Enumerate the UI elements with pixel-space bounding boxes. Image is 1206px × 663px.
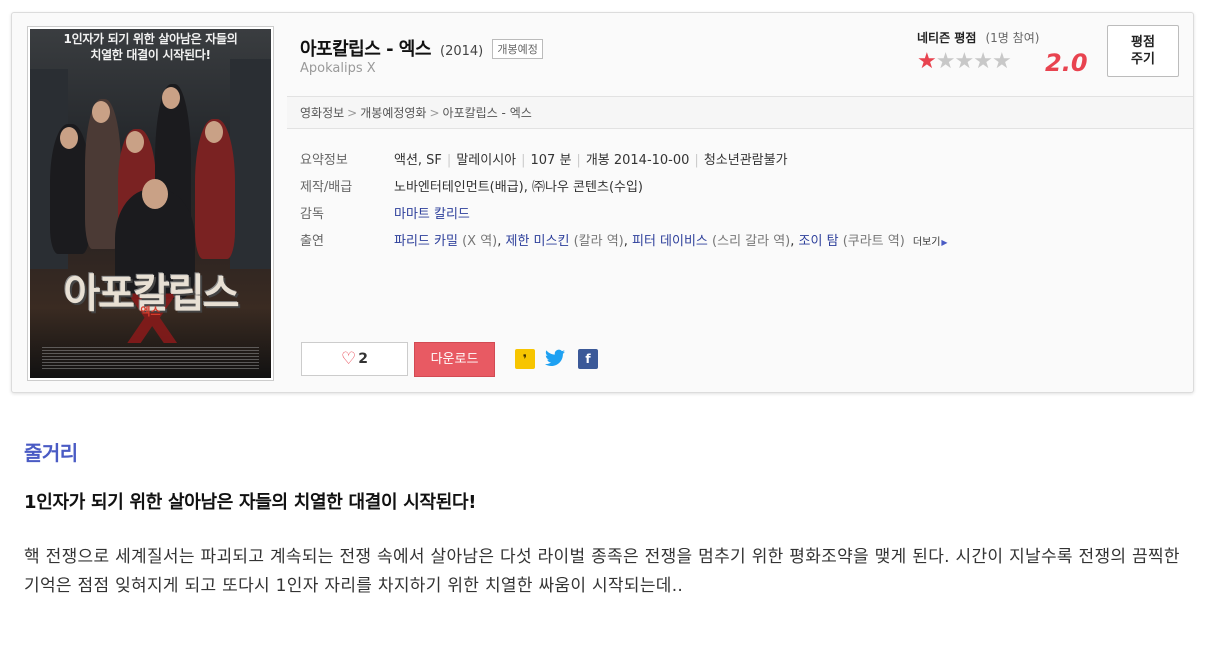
rate-button[interactable]: 평점 주기 xyxy=(1107,25,1179,77)
poster-face xyxy=(126,131,144,153)
cast-link[interactable]: 조이 탐 xyxy=(799,234,839,249)
cast-link[interactable]: 파리드 카밀 xyxy=(394,234,458,249)
summary-row: 요약정보 액션, SF | 말레이시아 | 107 분 | 개봉 2014-10-00 | 청소년… xyxy=(300,149,948,176)
more-cast-link[interactable]: 더보기▶ xyxy=(913,237,948,248)
cast-link[interactable]: 피터 데이비스 xyxy=(632,234,708,249)
production-label: 제작/배급 xyxy=(300,180,353,195)
star-icon: ★ xyxy=(917,49,937,74)
status-badge: 개봉예정 xyxy=(492,39,543,59)
director-row: 감독 마마트 칼리드 xyxy=(300,203,948,230)
summary-label: 요약정보 xyxy=(300,153,348,168)
breadcrumb: 영화정보 > 개봉예정영화 > 아포칼립스 - 엑스 xyxy=(300,104,532,121)
breadcrumb-separator-icon: > xyxy=(429,106,440,120)
poster-credits-block xyxy=(42,347,259,369)
netizen-rating: 네티즌 평점 (1명 참여) ★★★★★ 2.0 xyxy=(917,27,1088,77)
poster-face xyxy=(205,121,223,143)
synopsis-section-title: 줄거리 xyxy=(24,441,78,465)
rating-label: 네티즌 평점 xyxy=(917,31,977,45)
heart-icon: ♡ xyxy=(341,349,357,369)
cast-row: 출연 파리드 카밀 (X 역), 제한 미스킨 (칼라 역), 피터 데이비스 (… xyxy=(300,230,948,257)
star-icon: ★ xyxy=(954,49,974,74)
breadcrumb-separator-icon: > xyxy=(347,106,358,120)
divider: | xyxy=(576,153,581,168)
cast-link[interactable]: 제한 미스킨 xyxy=(506,234,570,249)
movie-info-table: 요약정보 액션, SF | 말레이시아 | 107 분 | 개봉 2014-10-00 | 청소년… xyxy=(300,149,948,257)
poster-subtitle-art: 엑스 xyxy=(140,305,161,318)
movie-poster[interactable]: 1인자가 되기 위한 살아남은 자들의 치열한 대결이 시작된다! X 아포칼립… xyxy=(30,29,271,378)
like-button[interactable]: ♡ 2 xyxy=(301,342,408,376)
summary-rating: 청소년관람불가 xyxy=(703,153,788,168)
cast-label: 출연 xyxy=(300,234,324,249)
rating-stars: ★★★★★ xyxy=(917,49,1012,74)
summary-runtime: 107 분 xyxy=(530,153,572,168)
cast-role: (쿠라트 역) xyxy=(842,234,905,249)
summary-country: 말레이시아 xyxy=(456,153,517,168)
star-icon: ★ xyxy=(991,49,1012,74)
breadcrumb-item[interactable]: 개봉예정영화 xyxy=(360,106,426,120)
poster-face xyxy=(162,87,180,109)
rating-count: (1명 참여) xyxy=(985,31,1040,45)
title-row: 아포칼립스 - 엑스 (2014) 개봉예정 xyxy=(300,35,543,61)
breadcrumb-bar: 영화정보 > 개봉예정영화 > 아포칼립스 - 엑스 xyxy=(287,96,1193,129)
movie-year: (2014) xyxy=(440,44,484,59)
facebook-share-icon[interactable]: f xyxy=(578,349,598,369)
caret-right-icon: ▶ xyxy=(941,238,948,247)
twitter-bird-icon xyxy=(545,349,565,366)
twitter-share-icon[interactable] xyxy=(545,349,565,369)
divider: | xyxy=(521,153,526,168)
movie-title: 아포칼립스 - 엑스 xyxy=(300,39,431,60)
download-button[interactable]: 다운로드 xyxy=(414,342,495,377)
cast-role: (스리 갈라 역) xyxy=(712,234,791,249)
poster-face xyxy=(60,127,78,149)
cast-role: (X 역) xyxy=(462,234,498,249)
like-count: 2 xyxy=(358,351,368,367)
director-label: 감독 xyxy=(300,207,324,222)
breadcrumb-item[interactable]: 영화정보 xyxy=(300,106,344,120)
synopsis-tagline: 1인자가 되기 위한 살아남은 자들의 치열한 대결이 시작된다! xyxy=(24,492,477,513)
kakaostory-share-icon[interactable]: ❜ xyxy=(515,349,535,369)
poster-face xyxy=(92,101,110,123)
synopsis-text: 핵 전쟁으로 세계질서는 파괴되고 계속되는 전쟁 속에서 살아남은 다섯 라이… xyxy=(24,547,1180,596)
breadcrumb-item: 아포칼립스 - 엑스 xyxy=(442,106,532,120)
production-row: 제작/배급 노바엔터테인먼트(배급), ㈜나우 콘텐츠(수입) xyxy=(300,176,948,203)
summary-release: 개봉 2014-10-00 xyxy=(585,153,690,168)
more-cast-label: 더보기 xyxy=(912,237,941,248)
divider: | xyxy=(446,153,452,168)
poster-ruin-right xyxy=(230,59,271,269)
star-icon: ★ xyxy=(935,49,956,74)
divider: | xyxy=(694,153,699,168)
movie-info-card: 1인자가 되기 위한 살아남은 자들의 치열한 대결이 시작된다! X 아포칼립… xyxy=(11,12,1194,393)
rating-score: 2.0 xyxy=(1045,49,1088,77)
cast-role: (칼라 역) xyxy=(573,234,624,249)
poster-face xyxy=(142,179,168,209)
star-icon: ★ xyxy=(973,49,993,74)
director-link[interactable]: 마마트 칼리드 xyxy=(394,207,470,222)
summary-genre: 액션, SF xyxy=(394,153,442,168)
poster-frame[interactable]: 1인자가 되기 위한 살아남은 자들의 치열한 대결이 시작된다! X 아포칼립… xyxy=(27,26,274,381)
production-value: 노바엔터테인먼트(배급), ㈜나우 콘텐츠(수입) xyxy=(394,180,644,195)
english-title: Apokalips X xyxy=(300,61,376,76)
